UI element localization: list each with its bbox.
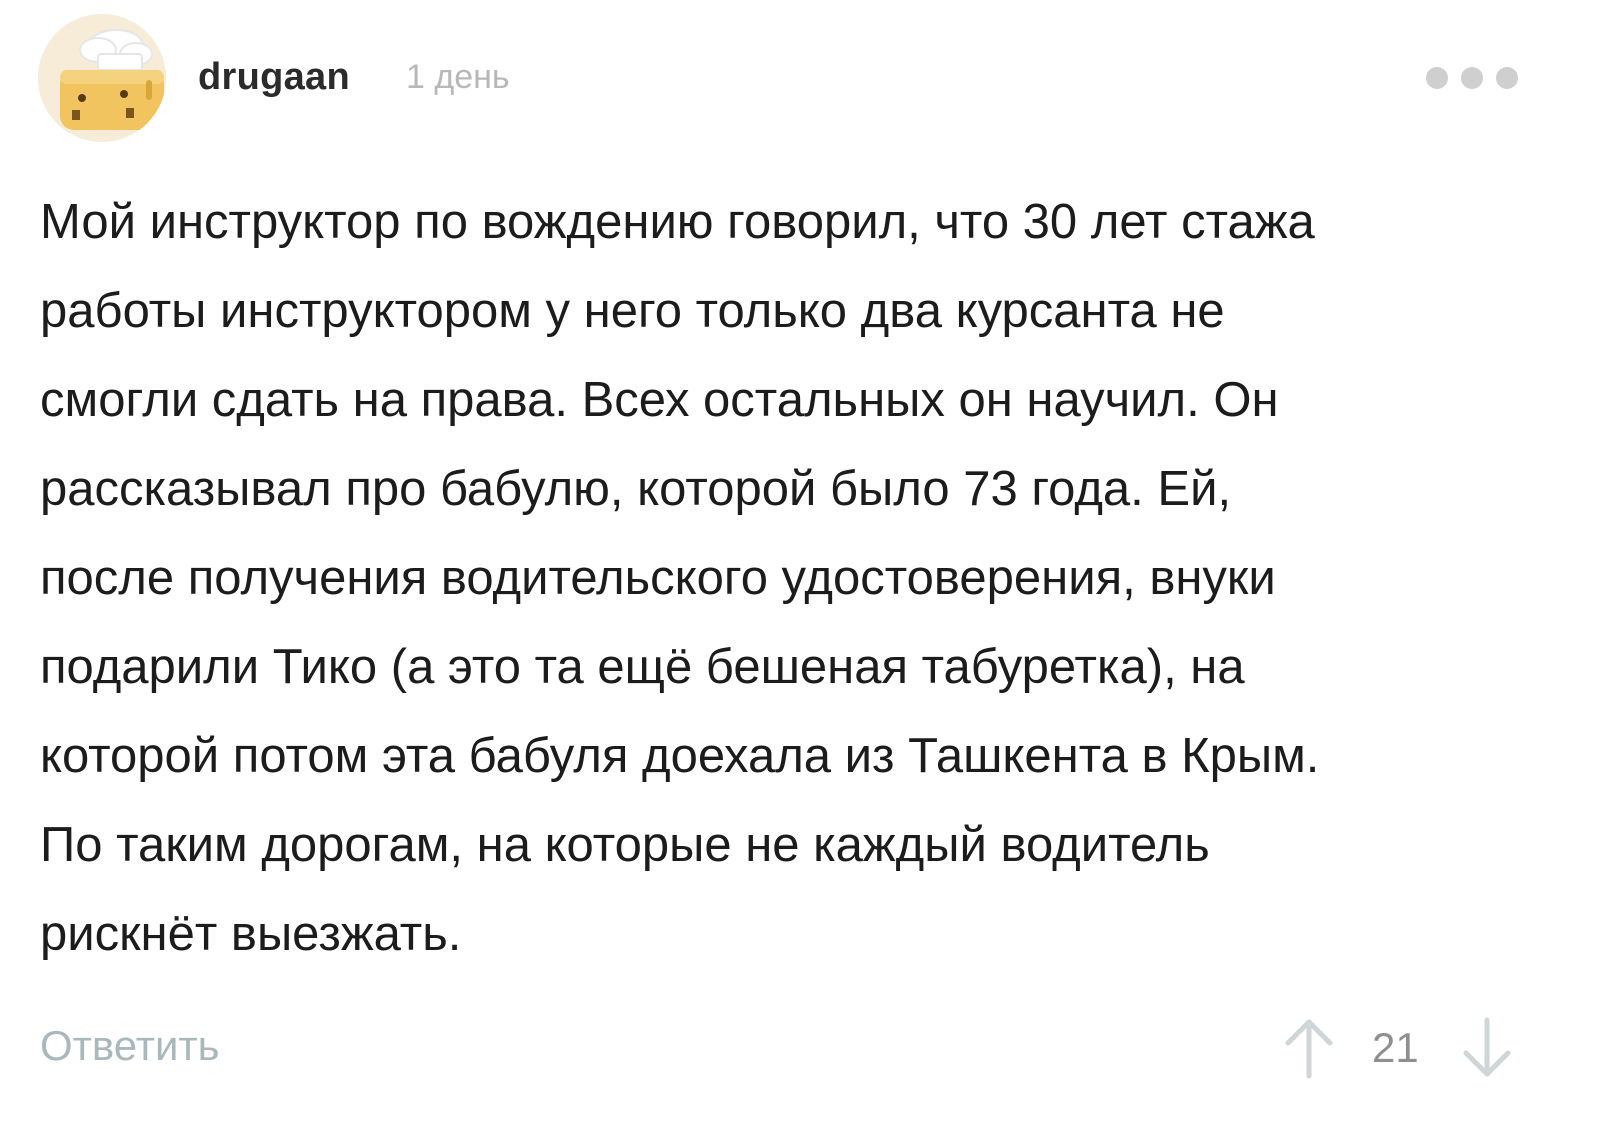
more-dots-icon <box>1426 67 1448 89</box>
upvote-button[interactable] <box>1282 1016 1336 1080</box>
comment-line: смогли сдать на права. Всех остальных он… <box>40 373 1279 427</box>
more-dots-icon <box>1461 67 1483 89</box>
comment-text: Мой инструктор по вождению говорил, что … <box>40 178 1540 979</box>
more-dots-icon <box>1496 67 1518 89</box>
avatar[interactable] <box>38 14 166 142</box>
comment-line: рассказывал про бабулю, которой было 73 … <box>40 462 1232 516</box>
username[interactable]: drugaan <box>198 52 350 102</box>
rating-count: 21 <box>1372 1024 1419 1071</box>
more-options-button[interactable] <box>1426 60 1518 96</box>
comment-timestamp: 1 день <box>406 58 510 96</box>
comment-line: рискнёт выезжать. <box>40 907 462 961</box>
comment: drugaan 1 день Мой инструктор по вождени… <box>0 0 1600 1144</box>
comment-line: Мой инструктор по вождению говорил, что … <box>40 195 1315 249</box>
comment-line: По таким дорогам, на которые не каждый в… <box>40 818 1210 872</box>
arrow-down-icon <box>1463 1017 1511 1077</box>
comment-line: подарили Тико (а это та ещё бешеная табу… <box>40 640 1245 694</box>
comment-line: которой потом эта бабуля доехала из Ташк… <box>40 729 1320 783</box>
reply-button[interactable]: Ответить <box>40 1018 220 1074</box>
comment-line: после получения водительского удостовере… <box>40 551 1276 605</box>
comment-line: работы инструктором у него только два ку… <box>40 284 1225 338</box>
arrow-up-icon <box>1285 1019 1333 1079</box>
downvote-button[interactable] <box>1460 1016 1514 1080</box>
toaster-chef-hat-icon <box>38 14 166 142</box>
